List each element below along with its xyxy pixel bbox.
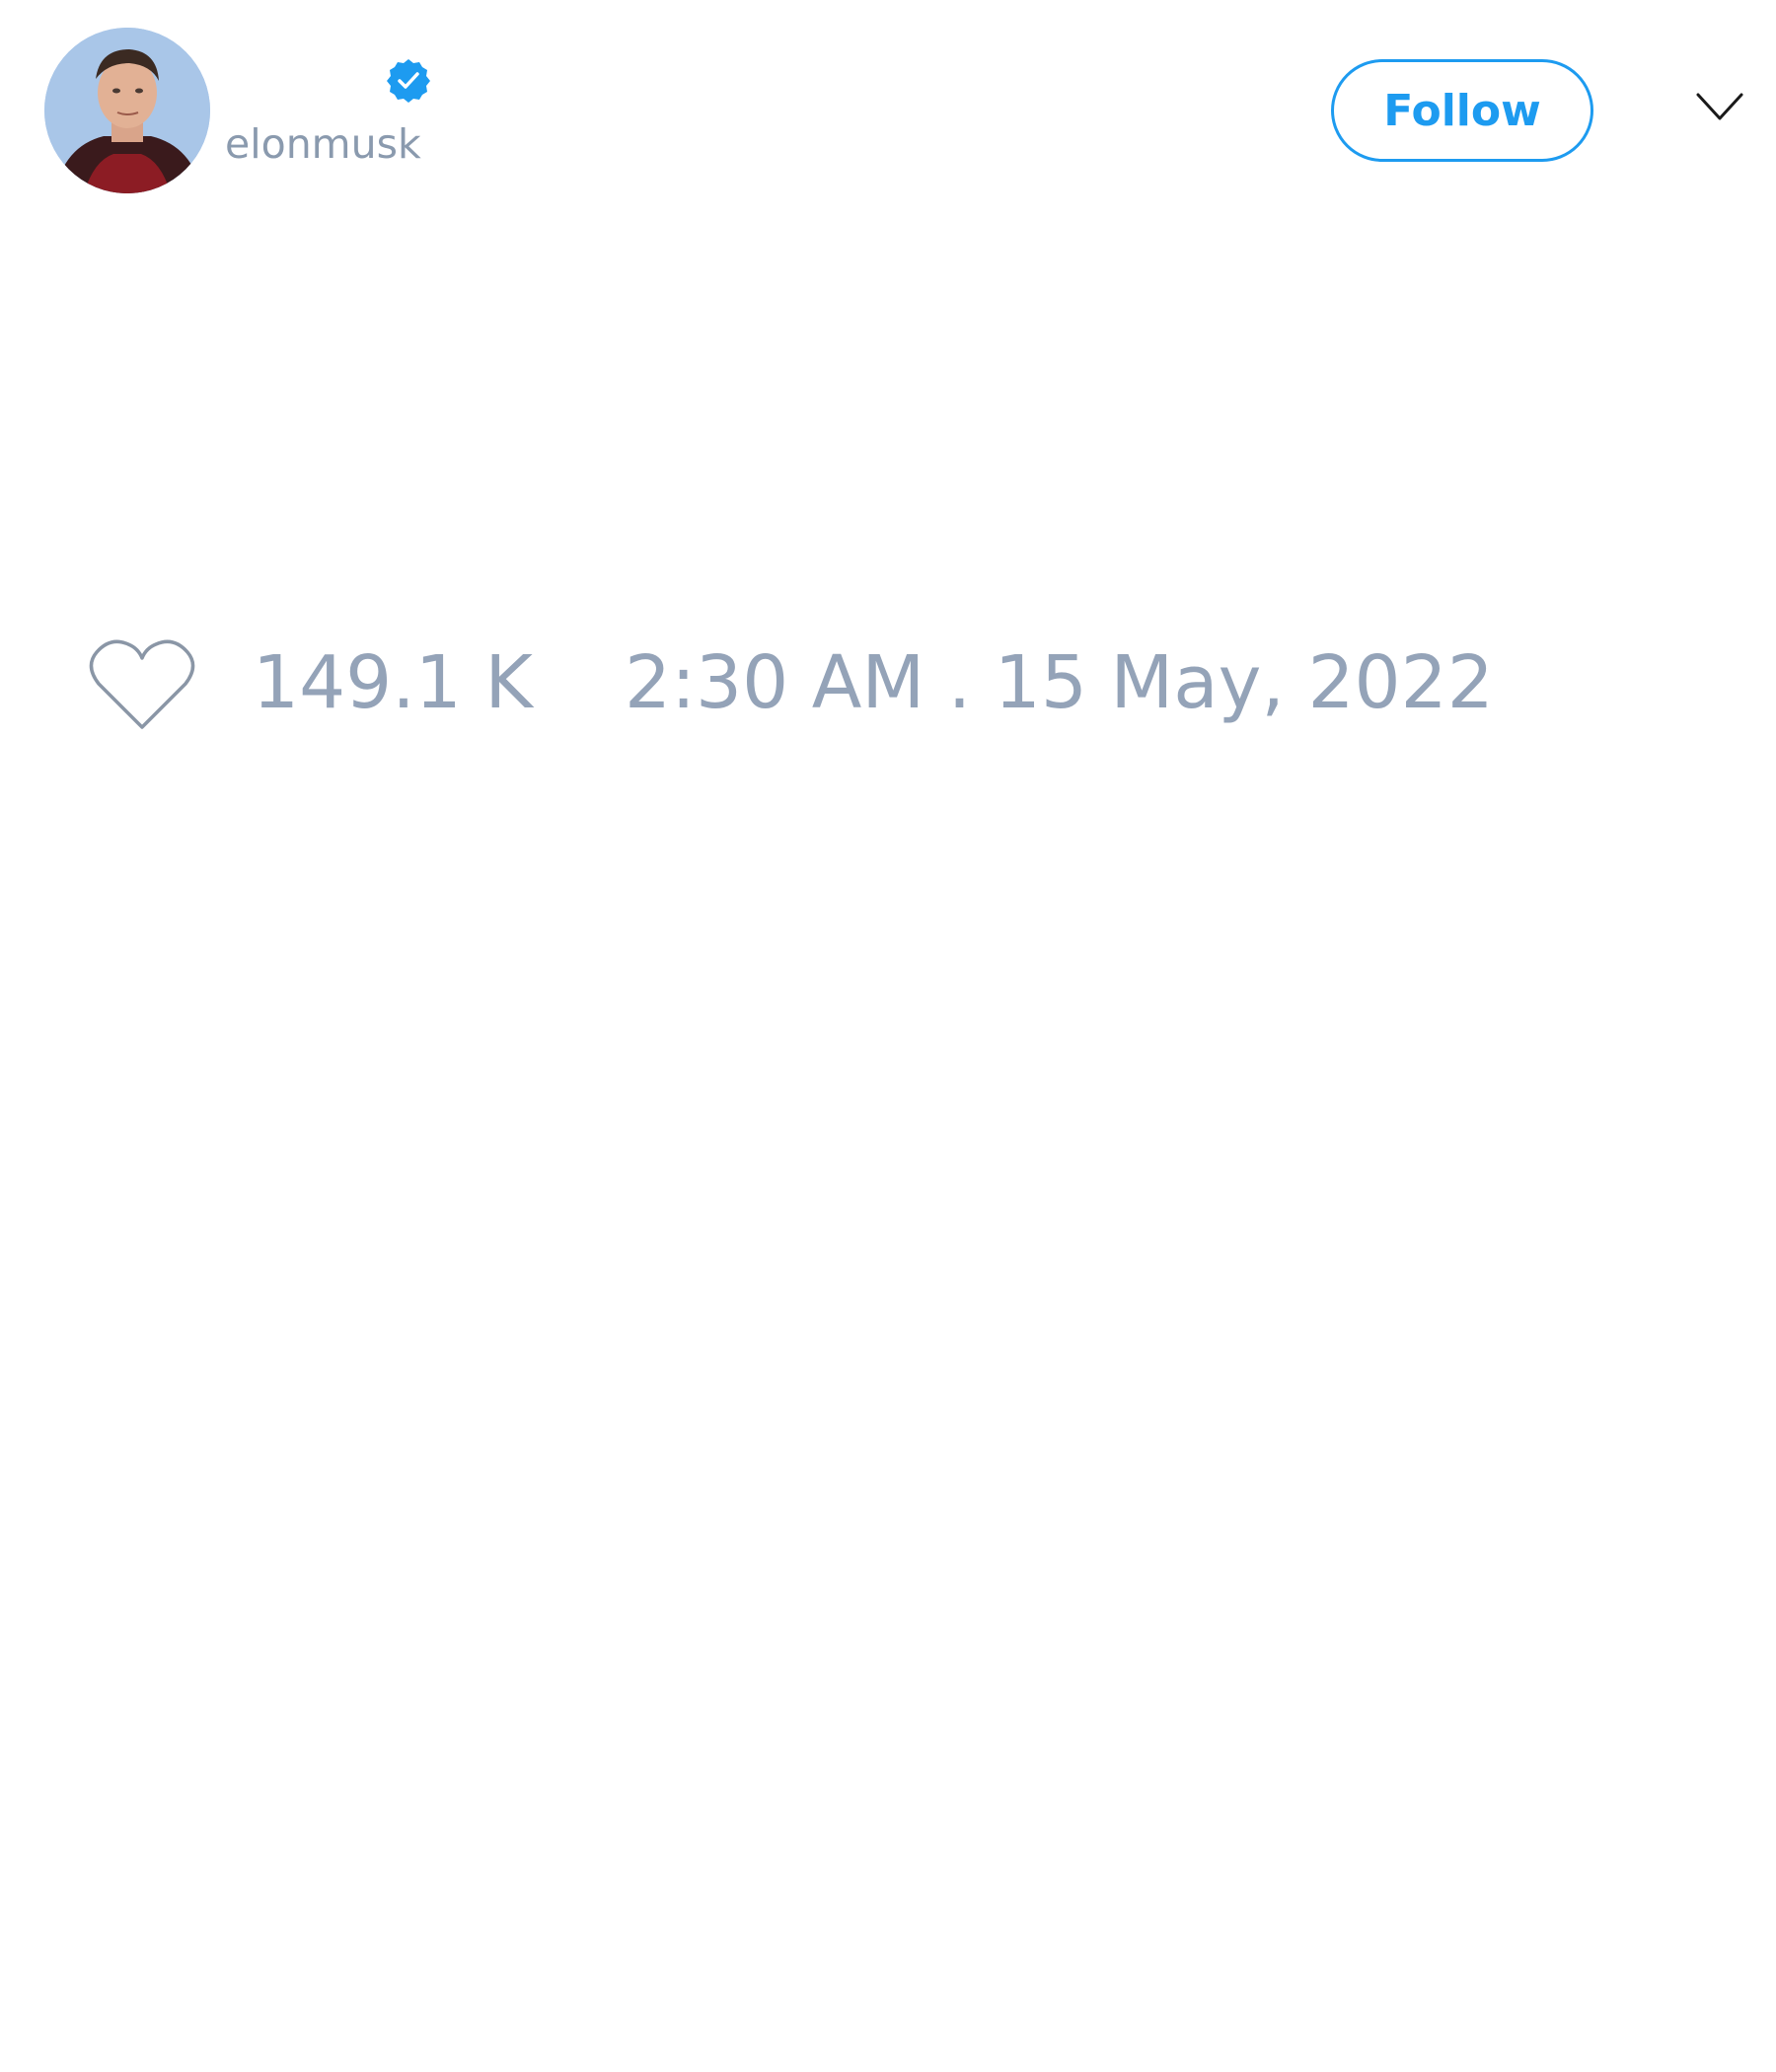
tweet-card: elonmusk Follow 149.1 K 2:30 AM . 15 May… bbox=[0, 0, 1776, 2072]
avatar[interactable] bbox=[44, 28, 210, 193]
avatar-image bbox=[44, 28, 210, 193]
verified-badge-icon bbox=[387, 59, 430, 103]
follow-button[interactable]: Follow bbox=[1331, 59, 1593, 162]
chevron-down-icon[interactable] bbox=[1695, 91, 1744, 124]
tweet-timestamp[interactable]: 2:30 AM . 15 May, 2022 bbox=[625, 646, 1494, 719]
user-handle[interactable]: elonmusk bbox=[225, 124, 421, 165]
heart-icon[interactable] bbox=[89, 636, 195, 731]
like-count: 149.1 K bbox=[253, 640, 533, 725]
